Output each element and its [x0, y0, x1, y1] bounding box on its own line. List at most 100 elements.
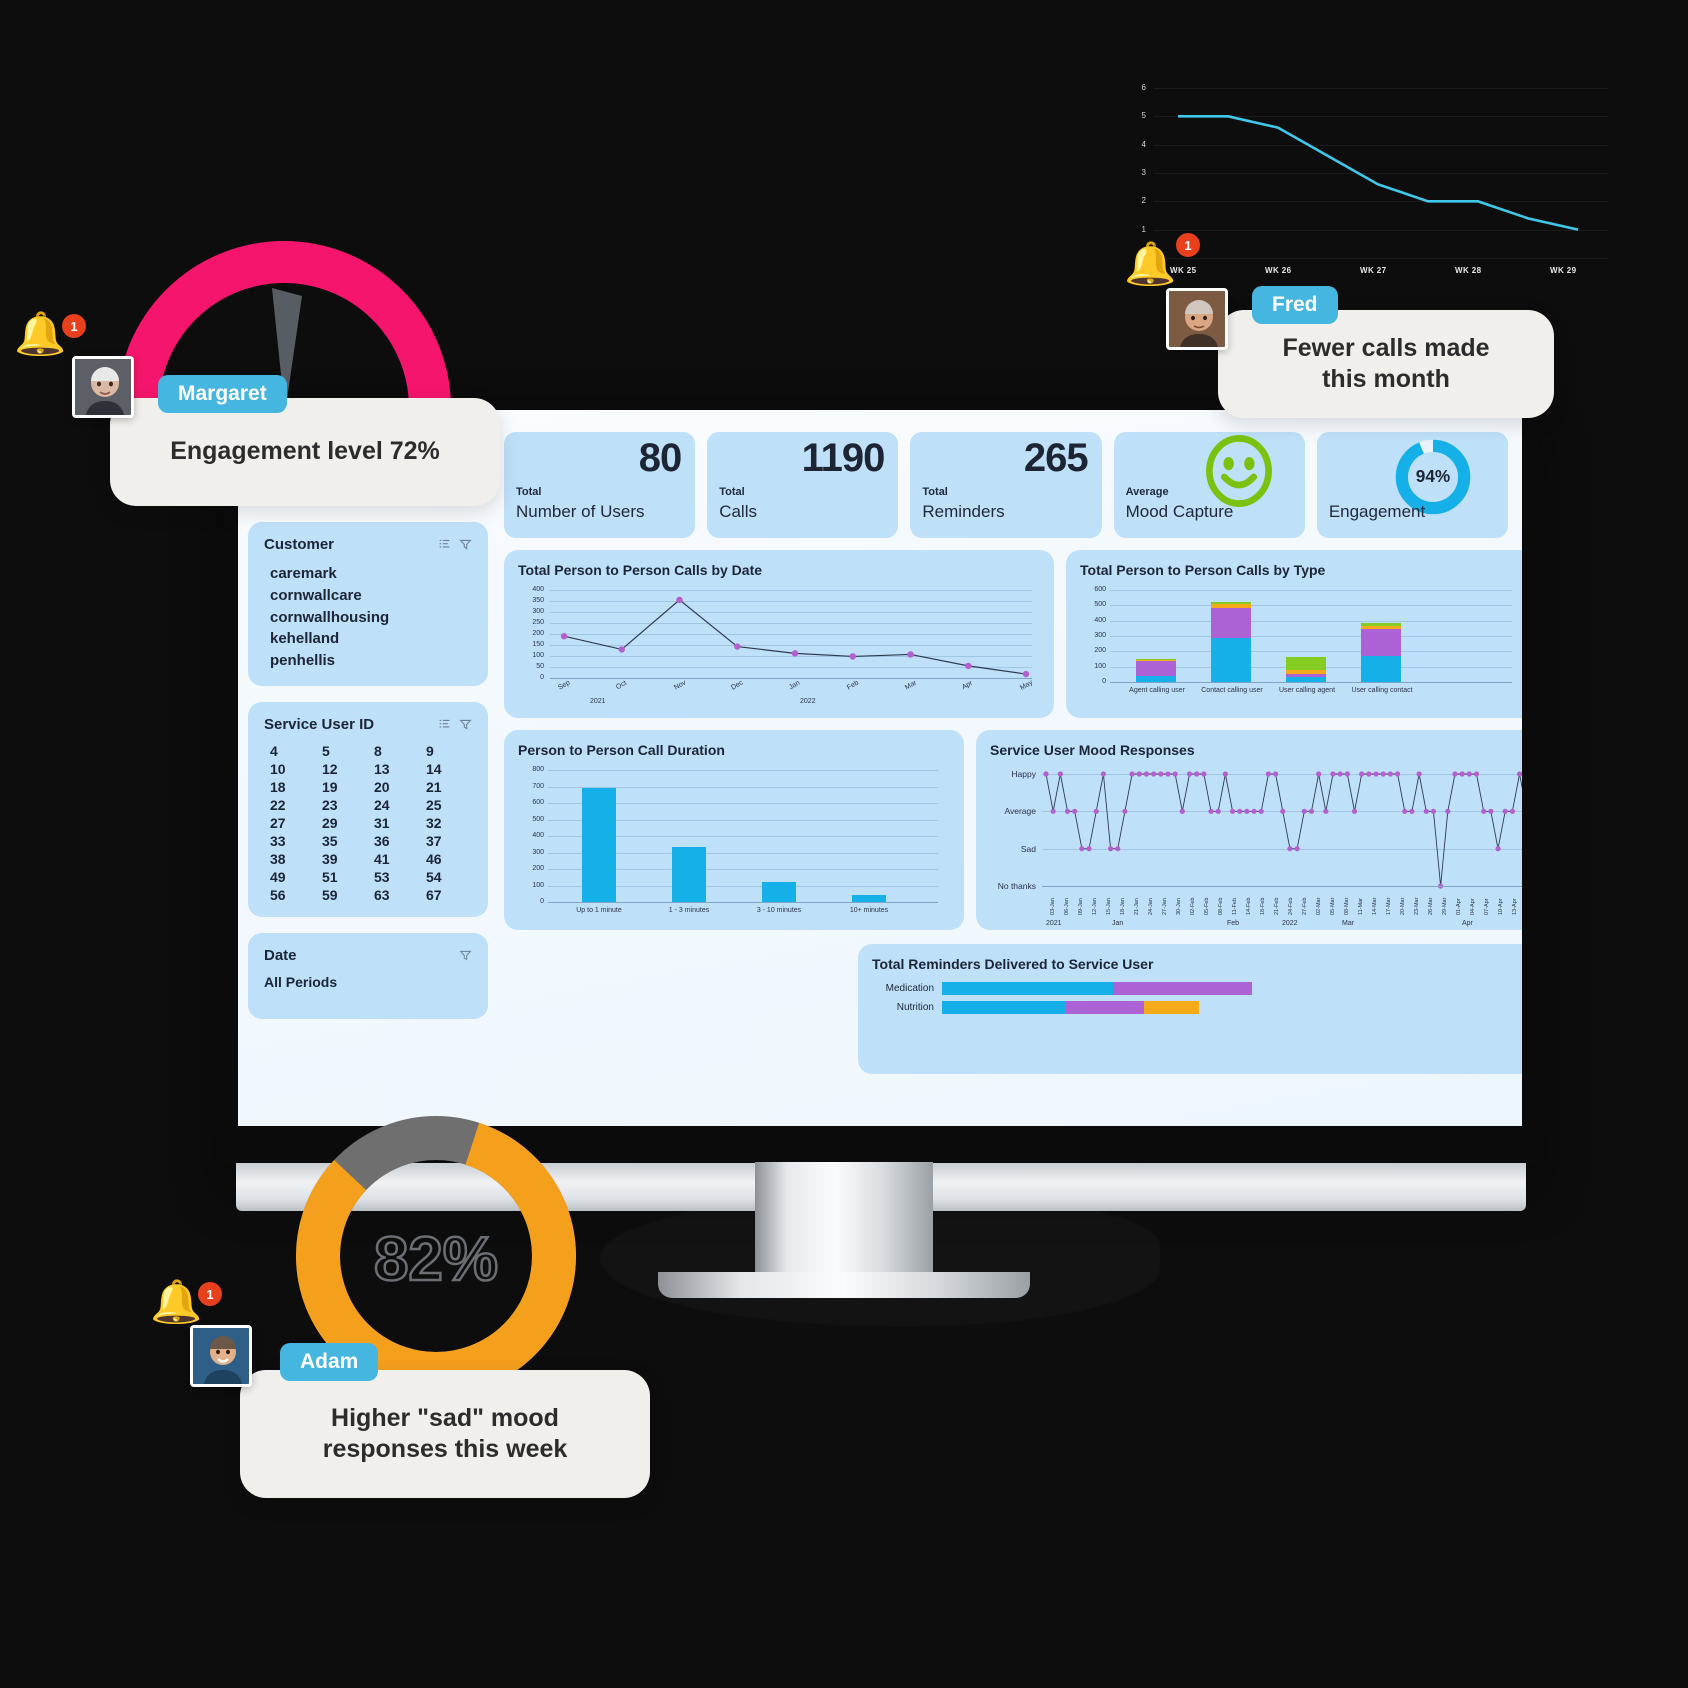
service-user-id-item[interactable]: 25 [426, 797, 472, 813]
service-user-id-item[interactable]: 24 [374, 797, 420, 813]
customer-list[interactable]: caremark cornwallcare cornwallhousing kehel… [264, 563, 472, 672]
filter-sidebar: Customer caremark cornwallcare cornwallho [248, 522, 488, 1035]
service-user-id-item[interactable]: 33 [270, 833, 316, 849]
bar-segment[interactable] [1361, 655, 1401, 682]
service-user-id-item[interactable]: 18 [270, 779, 316, 795]
service-user-id-item[interactable]: 27 [270, 815, 316, 831]
customer-list-item[interactable]: caremark [270, 563, 472, 585]
bar-segment[interactable] [942, 982, 1113, 995]
bell-icon-adam[interactable]: 🔔 [150, 1278, 202, 1327]
service-user-id-item[interactable]: 56 [270, 887, 316, 903]
notification-card-margaret[interactable]: Engagement level 72% [110, 398, 500, 506]
bar-segment[interactable] [1136, 659, 1176, 660]
service-user-id-item[interactable]: 12 [322, 761, 368, 777]
service-user-id-item[interactable]: 63 [374, 887, 420, 903]
reminder-row[interactable]: Medication [872, 982, 1522, 995]
service-user-id-item[interactable]: 36 [374, 833, 420, 849]
service-user-id-grid[interactable]: 4 5 8 9 10 12 13 14 18 19 20 21 22 23 24 25 27 29 31 32 33 35… [264, 743, 472, 903]
bar-segment[interactable] [1211, 608, 1251, 638]
date-filter-panel[interactable]: Date All Periods [248, 932, 488, 1019]
reminder-row[interactable]: Nutrition [872, 1001, 1522, 1014]
service-user-id-item[interactable]: 49 [270, 869, 316, 885]
bar-segment[interactable] [1143, 1001, 1200, 1014]
service-user-id-item[interactable]: 10 [270, 761, 316, 777]
service-user-id-item[interactable]: 9 [426, 743, 472, 759]
bar-segment[interactable] [1286, 673, 1326, 678]
service-user-id-item[interactable]: 22 [270, 797, 316, 813]
service-user-id-item[interactable]: 31 [374, 815, 420, 831]
data-point [1466, 771, 1472, 777]
bell-icon-margaret[interactable]: 🔔 [14, 310, 66, 359]
bar-segment[interactable] [1136, 659, 1176, 661]
monitor-screen: 80 Total Number of Users 1190 Total Call… [238, 410, 1522, 1126]
notification-card-adam[interactable]: Higher "sad" mood responses this week [240, 1370, 650, 1498]
service-user-id-item[interactable]: 35 [322, 833, 368, 849]
bar[interactable] [672, 846, 706, 902]
bar[interactable] [852, 895, 886, 902]
chart-title: Service User Mood Responses [990, 742, 1195, 758]
service-user-id-item[interactable]: 41 [374, 851, 420, 867]
sort-list-icon[interactable] [438, 538, 451, 551]
service-user-id-item[interactable]: 67 [426, 887, 472, 903]
service-user-id-item[interactable]: 14 [426, 761, 472, 777]
kpi-card-engagement[interactable]: 94% Engagement [1316, 432, 1509, 538]
bar-segment[interactable] [1211, 637, 1251, 682]
service-user-id-item[interactable]: 29 [322, 815, 368, 831]
filter-icon[interactable] [459, 538, 472, 551]
chart-call-duration[interactable]: Person to Person Call Duration 800 700 600… [504, 730, 964, 930]
bar[interactable] [582, 788, 616, 902]
service-user-id-item[interactable]: 20 [374, 779, 420, 795]
notification-card-fred[interactable]: Fewer calls made this month [1218, 310, 1554, 418]
service-user-id-item[interactable]: 4 [270, 743, 316, 759]
service-user-id-item[interactable]: 8 [374, 743, 420, 759]
bell-icon-fred[interactable]: 🔔 [1124, 240, 1176, 289]
kpi-label-main: Mood Capture [1125, 502, 1234, 521]
bar-segment[interactable] [1136, 660, 1176, 677]
data-point [1151, 771, 1157, 777]
service-user-id-item[interactable]: 13 [374, 761, 420, 777]
kpi-card-reminders[interactable]: 265 Total Reminders [910, 432, 1102, 538]
bar-segment[interactable] [1361, 626, 1401, 630]
service-user-id-item[interactable]: 53 [374, 869, 420, 885]
bar[interactable] [762, 881, 796, 902]
data-point [1416, 771, 1422, 777]
sort-list-icon[interactable] [438, 718, 451, 731]
chart-calls-by-type[interactable]: Total Person to Person Calls by Type 600… [1066, 550, 1522, 718]
customer-filter-panel[interactable]: Customer caremark cornwallcare cornwallho [248, 522, 488, 686]
bar-segment[interactable] [1286, 670, 1326, 674]
filter-icon[interactable] [459, 718, 472, 731]
chart-mood-responses[interactable]: Service User Mood Responses Happy Average… [976, 730, 1522, 930]
filter-icon[interactable] [459, 949, 472, 962]
bar-segment[interactable] [942, 1001, 1066, 1014]
service-user-id-item[interactable]: 32 [426, 815, 472, 831]
bar-segment[interactable] [1211, 601, 1251, 605]
customer-list-item[interactable]: cornwallcare [270, 585, 472, 607]
bar-segment[interactable] [1211, 604, 1251, 609]
service-user-id-item[interactable]: 54 [426, 869, 472, 885]
service-user-id-item[interactable]: 5 [322, 743, 368, 759]
service-user-id-item[interactable]: 39 [322, 851, 368, 867]
kpi-card-calls[interactable]: 1190 Total Calls [707, 432, 899, 538]
bar-segment[interactable] [1361, 623, 1401, 627]
chart-reminders-delivered[interactable]: Total Reminders Delivered to Service Use… [858, 944, 1522, 1074]
customer-list-item[interactable]: kehelland [270, 628, 472, 650]
kpi-card-users[interactable]: 80 Total Number of Users [504, 432, 696, 538]
bar-segment[interactable] [1112, 982, 1252, 995]
bar-segment[interactable] [1361, 629, 1401, 656]
kpi-card-mood-capture[interactable]: Average Mood Capture [1113, 432, 1305, 538]
service-user-id-item[interactable]: 59 [322, 887, 368, 903]
service-user-id-item[interactable]: 19 [322, 779, 368, 795]
y-tick-label: 300 [1094, 632, 1106, 639]
service-user-id-item[interactable]: 51 [322, 869, 368, 885]
service-user-id-item[interactable]: 38 [270, 851, 316, 867]
chart-calls-by-date[interactable]: Total Person to Person Calls by Date 400… [504, 550, 1054, 718]
customer-list-item[interactable]: penhellis [270, 650, 472, 672]
service-user-id-item[interactable]: 23 [322, 797, 368, 813]
service-user-id-filter-panel[interactable]: Service User ID 4 5 8 9 10 12 13 14 18 19 20 21 22 2 [248, 701, 488, 917]
service-user-id-item[interactable]: 37 [426, 833, 472, 849]
customer-list-item[interactable]: cornwallhousing [270, 607, 472, 629]
service-user-id-item[interactable]: 21 [426, 779, 472, 795]
bar-segment[interactable] [1286, 656, 1326, 671]
bar-segment[interactable] [1066, 1001, 1144, 1014]
service-user-id-item[interactable]: 46 [426, 851, 472, 867]
